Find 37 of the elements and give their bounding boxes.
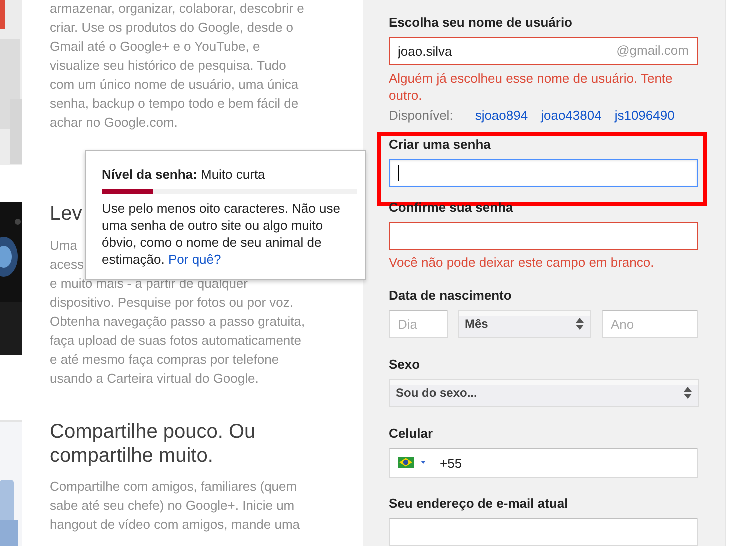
suggestion-link[interactable]: js1096490: [614, 107, 675, 124]
phone-field[interactable]: +55: [389, 448, 698, 478]
field-label: Celular: [389, 426, 434, 442]
confirm-password-field[interactable]: [389, 222, 698, 250]
error-message: Você não pode deixar este campo em branco.: [389, 254, 656, 271]
suggestion-link[interactable]: sjoao894: [475, 107, 528, 124]
strength-label: Nível da senha: Muito curta: [102, 166, 266, 184]
year-field[interactable]: Ano: [602, 310, 698, 338]
up-down-arrows-icon: [576, 318, 584, 330]
suggestion-link[interactable]: joao43804: [541, 107, 602, 124]
paragraph-fragment: acess: [50, 256, 84, 274]
field-label: Seu endereço de e-mail atual: [389, 496, 568, 512]
domain-suffix: @gmail.com: [616, 43, 689, 59]
up-down-arrows-icon: [684, 387, 692, 399]
field-label: Criar uma senha: [389, 137, 491, 153]
field-label: Data de nascimento: [389, 288, 512, 304]
tooltip-text: Use pelo menos oito caracteres. Não use uma senha de outro site ou algo muito óbvio, como o nome de seu animal de estimação. Por quê?: [102, 200, 342, 268]
month-select[interactable]: Mês: [458, 310, 591, 338]
password-field[interactable]: [389, 159, 698, 187]
paragraph: e muito mais - a partir de qualquer dispositivo. Pesquise por fotos ou por voz. Obtenha navegação passo a passo gratuita, faça upload de suas fotos automaticamente e até mesmo faça compras por telefone usando a Carteira virtual do Google.: [50, 275, 306, 388]
gender-select[interactable]: Sou do sexo...: [389, 379, 699, 407]
email-field[interactable]: [389, 518, 698, 546]
text-cursor: [398, 165, 399, 181]
country-picker[interactable]: [398, 457, 426, 468]
suggestions-label: Disponível:: [389, 107, 454, 124]
section-heading: Lev: [50, 202, 82, 226]
why-link[interactable]: Por quê?: [168, 252, 222, 266]
flag-icon: [398, 457, 414, 468]
section-heading: Compartilhe pouco. Ou compartilhe muito.: [50, 420, 257, 468]
field-label: Sexo: [389, 357, 420, 373]
field-label: Escolha seu nome de usuário: [389, 15, 572, 31]
paragraph: armazenar, organizar, colaborar, descobrir e criar. Use os produtos do Google, desde o Gmail até o Google+ e o YouTube, e visualize seu histórico de pesquisa. Tudo com um único nome de usuário, uma única senha, backup o tempo todo e bem fácil de achar no Google.com.: [50, 0, 306, 132]
caret-icon: [421, 461, 426, 464]
day-field[interactable]: Dia: [389, 310, 448, 338]
paragraph-fragment: Uma: [50, 237, 78, 255]
error-message: Alguém já escolheu esse nome de usuário. Tente outro.: [389, 70, 674, 104]
paragraph: Compartilhe com amigos, familiares (quem sabe até seu chefe) no Google+. Inicie um hangout de vídeo com amigos, mande uma: [50, 478, 302, 534]
